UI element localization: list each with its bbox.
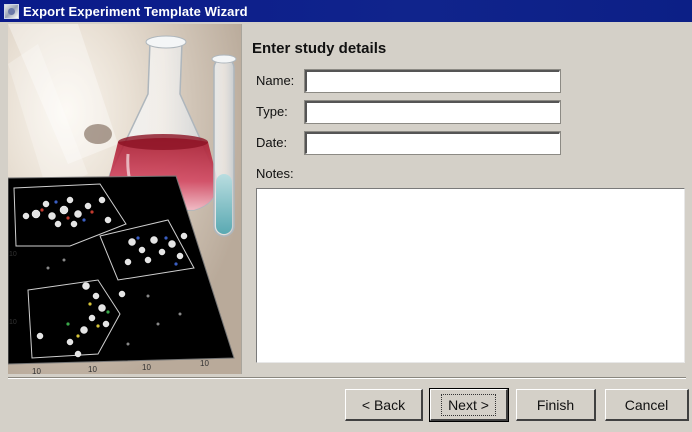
axis-tick-label: 10: [9, 251, 17, 258]
notes-textarea[interactable]: [256, 188, 685, 363]
back-button[interactable]: < Back: [345, 389, 423, 421]
notes-label: Notes:: [256, 166, 294, 181]
axis-tick-label: 10: [142, 363, 151, 372]
axis-tick-label: 10: [88, 365, 97, 374]
type-field[interactable]: [304, 100, 561, 124]
date-label: Date:: [256, 135, 288, 150]
lab-illustration: 10 10 10 10 10 10: [8, 24, 241, 374]
next-button-label: Next >: [441, 393, 496, 416]
name-field[interactable]: [304, 69, 561, 93]
axis-tick-label: 10: [9, 319, 17, 326]
type-label: Type:: [256, 104, 288, 119]
title-bar[interactable]: Export Experiment Template Wizard: [0, 0, 692, 22]
app-icon: [4, 3, 19, 19]
next-button[interactable]: Next >: [429, 388, 509, 422]
wizard-artwork: 10 10 10 10 10 10: [8, 24, 242, 374]
wizard-window: Export Experiment Template Wizard 10 10 …: [0, 0, 692, 432]
form-heading: Enter study details: [252, 40, 387, 57]
cancel-button-label: Cancel: [624, 396, 669, 413]
date-field[interactable]: [304, 131, 561, 155]
finish-button-label: Finish: [536, 396, 575, 413]
window-title: Export Experiment Template Wizard: [23, 3, 248, 19]
name-label: Name:: [256, 73, 295, 88]
button-separator: [8, 377, 686, 379]
axis-tick-label: 10: [200, 359, 209, 368]
cancel-button[interactable]: Cancel: [605, 389, 689, 421]
test-tube-icon: [211, 54, 237, 237]
finish-button[interactable]: Finish: [516, 389, 596, 421]
back-button-label: < Back: [361, 396, 406, 413]
axis-tick-label: 10: [32, 367, 41, 374]
